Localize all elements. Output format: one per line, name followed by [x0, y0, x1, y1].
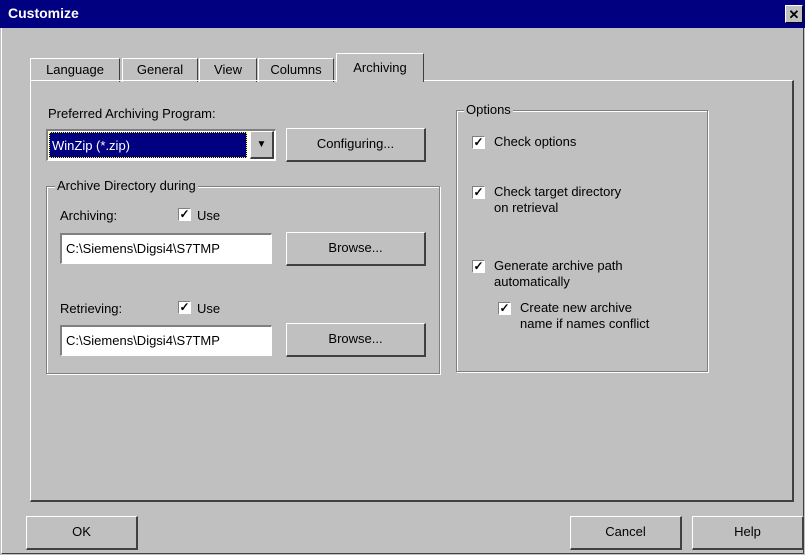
retrieving-path-field[interactable]: C:\Siemens\Digsi4\S7TMP	[60, 325, 272, 356]
window-title: Customize	[8, 5, 79, 21]
browse-label: Browse...	[328, 331, 383, 346]
check-target-checkbox[interactable]: ✓	[472, 186, 485, 199]
retrieving-use-label: Use	[197, 301, 221, 316]
tab-archiving[interactable]: Archiving	[336, 53, 424, 82]
help-button[interactable]: Help	[692, 516, 804, 550]
check-options-checkbox[interactable]: ✓	[472, 136, 485, 149]
ok-label: OK	[72, 524, 91, 539]
configuring-button[interactable]: Configuring...	[286, 128, 426, 162]
check-target-label: Check target directory on retrieval	[494, 184, 622, 215]
generate-path-label: Generate archive path automatically	[494, 258, 623, 289]
archiving-label: Archiving:	[60, 208, 118, 223]
tab-columns[interactable]: Columns	[258, 58, 334, 82]
tab-general[interactable]: General	[122, 58, 198, 82]
generate-path-checkbox[interactable]: ✓	[472, 260, 485, 273]
cancel-label: Cancel	[605, 524, 646, 539]
help-label: Help	[734, 524, 761, 539]
title-bar[interactable]	[0, 0, 805, 28]
archiving-use-checkbox[interactable]: ✓	[178, 208, 191, 221]
ok-button[interactable]: OK	[26, 516, 138, 550]
tab-label: General	[136, 62, 184, 77]
cancel-button[interactable]: Cancel	[570, 516, 682, 550]
archiving-program-value: WinZip (*.zip)	[49, 132, 247, 158]
browse-archiving-button[interactable]: Browse...	[286, 232, 426, 266]
browse-label: Browse...	[328, 240, 383, 255]
browse-retrieving-button[interactable]: Browse...	[286, 323, 426, 357]
archiving-path-field[interactable]: C:\Siemens\Digsi4\S7TMP	[60, 233, 272, 264]
create-new-name-label: Create new archive name if names conflict	[520, 300, 650, 331]
preferred-program-label: Preferred Archiving Program:	[48, 106, 216, 121]
tab-label: View	[214, 62, 242, 77]
tab-label: Language	[46, 62, 104, 77]
tab-label: Archiving	[353, 60, 407, 75]
close-icon: ✕	[788, 7, 800, 22]
retrieving-label: Retrieving:	[60, 301, 123, 316]
options-legend: Options	[464, 102, 513, 117]
options-group	[456, 110, 708, 372]
create-new-name-checkbox[interactable]: ✓	[498, 302, 511, 315]
close-button[interactable]: ✕	[785, 5, 803, 23]
configuring-label: Configuring...	[316, 136, 395, 151]
tab-label: Columns	[270, 62, 322, 77]
dropdown-arrow-icon[interactable]: ▼	[250, 131, 274, 159]
tab-language[interactable]: Language	[30, 58, 120, 82]
check-options-label: Check options	[494, 134, 577, 149]
tab-view[interactable]: View	[199, 58, 257, 82]
archive-directory-legend: Archive Directory during	[55, 178, 198, 193]
archiving-use-label: Use	[197, 208, 221, 223]
retrieving-use-checkbox[interactable]: ✓	[178, 301, 191, 314]
